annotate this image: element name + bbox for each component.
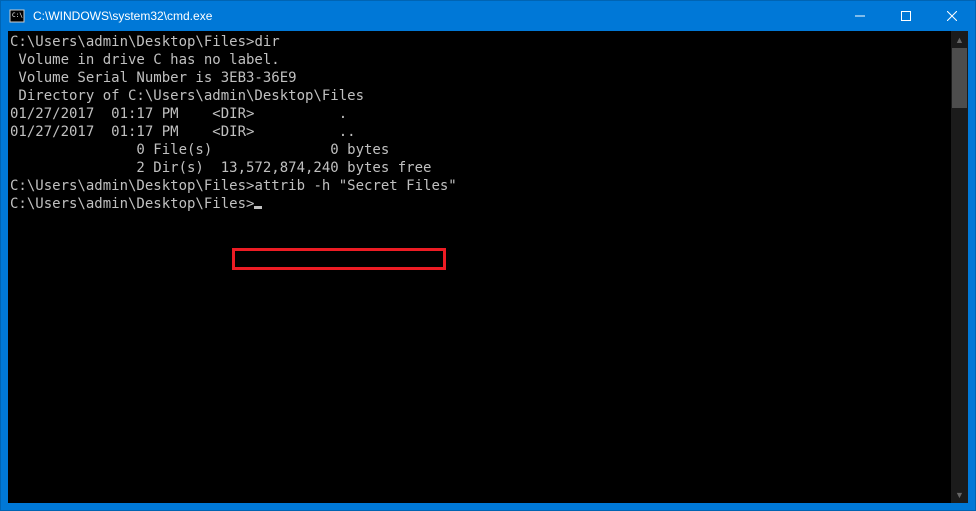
command-text: dir xyxy=(254,34,279,50)
text-cursor xyxy=(254,206,262,209)
cmd-icon: C:\ xyxy=(9,8,25,24)
terminal-line: Volume in drive C has no label. xyxy=(10,51,951,69)
terminal-line: Directory of C:\Users\admin\Desktop\File… xyxy=(10,87,951,105)
window-title: C:\WINDOWS\system32\cmd.exe xyxy=(33,9,837,23)
cmd-window: C:\ C:\WINDOWS\system32\cmd.exe C:\Users… xyxy=(0,0,976,511)
client-area: C:\Users\admin\Desktop\Files>dir Volume … xyxy=(8,31,968,503)
prompt-text: C:\Users\admin\Desktop\Files> xyxy=(10,178,254,194)
terminal-line: C:\Users\admin\Desktop\Files>attrib -h "… xyxy=(10,177,951,195)
scroll-thumb[interactable] xyxy=(952,48,967,108)
prompt-text: C:\Users\admin\Desktop\Files> xyxy=(10,196,254,212)
window-controls xyxy=(837,1,975,31)
close-button[interactable] xyxy=(929,1,975,31)
terminal-line: C:\Users\admin\Desktop\Files>dir xyxy=(10,33,951,51)
terminal-line: 01/27/2017 01:17 PM <DIR> . xyxy=(10,105,951,123)
maximize-button[interactable] xyxy=(883,1,929,31)
titlebar[interactable]: C:\ C:\WINDOWS\system32\cmd.exe xyxy=(1,1,975,31)
scroll-up-arrow[interactable]: ▲ xyxy=(951,31,968,48)
terminal-line: 0 File(s) 0 bytes xyxy=(10,141,951,159)
minimize-button[interactable] xyxy=(837,1,883,31)
terminal-line: Volume Serial Number is 3EB3-36E9 xyxy=(10,69,951,87)
terminal-line: C:\Users\admin\Desktop\Files> xyxy=(10,195,951,213)
scroll-down-arrow[interactable]: ▼ xyxy=(951,486,968,503)
terminal-output[interactable]: C:\Users\admin\Desktop\Files>dir Volume … xyxy=(8,31,951,503)
terminal-line: 01/27/2017 01:17 PM <DIR> .. xyxy=(10,123,951,141)
command-text: attrib -h "Secret Files" xyxy=(254,178,456,194)
terminal-line: 2 Dir(s) 13,572,874,240 bytes free xyxy=(10,159,951,177)
prompt-text: C:\Users\admin\Desktop\Files> xyxy=(10,34,254,50)
svg-text:C:\: C:\ xyxy=(12,12,23,19)
vertical-scrollbar[interactable]: ▲ ▼ xyxy=(951,31,968,503)
